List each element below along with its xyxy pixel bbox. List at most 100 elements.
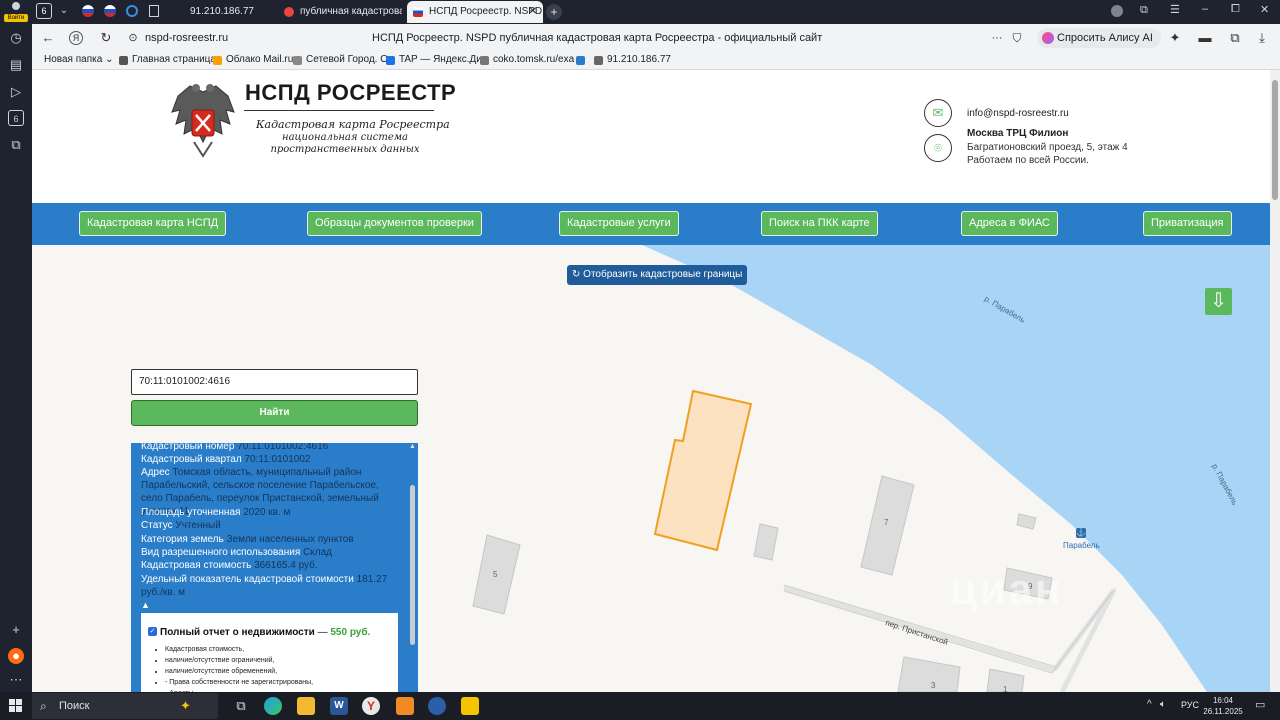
brand-divider bbox=[244, 110, 434, 111]
page-scroll-thumb[interactable] bbox=[1272, 80, 1278, 200]
app-yellow-icon[interactable] bbox=[461, 697, 479, 715]
history-icon[interactable]: ◷ bbox=[8, 30, 24, 46]
extension-icon[interactable]: ✦ bbox=[1167, 30, 1183, 46]
arrow-down-icon[interactable]: ⇩ bbox=[1205, 288, 1232, 315]
info-scrollbar[interactable]: ▲ bbox=[407, 443, 418, 692]
tray-chevron-icon[interactable]: ^ bbox=[1147, 699, 1152, 710]
ask-alice-button[interactable]: Спросить Алису AI bbox=[1037, 28, 1161, 48]
nav-cadastral-map[interactable]: Кадастровая карта НСПД bbox=[79, 211, 227, 236]
coat-of-arms-icon[interactable] bbox=[168, 82, 238, 158]
more-icon[interactable]: ⋯ bbox=[8, 672, 24, 688]
cadastral-map[interactable]: ↻ Отобразить кадастровые границы ⇩ р. Па… bbox=[32, 245, 1270, 692]
reload-icon[interactable]: ↻ bbox=[98, 30, 114, 46]
info-value[interactable]: 70:11:0101002 bbox=[244, 454, 310, 465]
report-offer-card: ✓ Полный отчет о недвижимости — 550 руб.… bbox=[141, 613, 398, 692]
clock[interactable]: 16:04 26.11.2025 bbox=[1203, 695, 1243, 717]
restore-icon[interactable]: ⧠ bbox=[1231, 3, 1240, 16]
info-key: Площадь уточненная bbox=[141, 507, 241, 518]
notifications-icon[interactable]: ▭ bbox=[1255, 698, 1265, 711]
info-value[interactable]: 2020 кв. м bbox=[243, 507, 290, 518]
bookmark-label: Главная страница bbox=[132, 54, 216, 65]
taskbar-search[interactable]: ⌕ Поиск ✦ bbox=[32, 693, 218, 719]
checkbox-checked-icon[interactable]: ✓ bbox=[148, 627, 157, 636]
info-value[interactable]: Учтенный bbox=[175, 520, 220, 531]
yandex-browser-icon[interactable]: Y bbox=[362, 697, 380, 715]
info-value[interactable]: 70:11:0101002:4616 bbox=[237, 443, 328, 452]
brand-title[interactable]: НСПД РОСРЕЕСТР bbox=[245, 80, 456, 106]
add-panel-icon[interactable]: + bbox=[8, 622, 24, 638]
anchor-icon[interactable]: ⚓ bbox=[1076, 528, 1086, 538]
nav-document-samples[interactable]: Образцы документов проверки bbox=[307, 211, 482, 236]
wallet-icon[interactable]: ▬ bbox=[1197, 30, 1213, 46]
report-title-dash: — bbox=[314, 627, 331, 638]
url-field[interactable]: nspd-rosreestr.ru bbox=[145, 32, 228, 44]
bookmark-item[interactable]: Сетевой Город. О bbox=[293, 54, 388, 65]
nav-privatization[interactable]: Приватизация bbox=[1143, 211, 1232, 236]
close-tab-icon[interactable]: ✕ bbox=[529, 1, 537, 23]
tabs-panel-icon[interactable]: ⧉ bbox=[1140, 4, 1148, 17]
menu-icon[interactable]: ☰ bbox=[1170, 3, 1180, 16]
close-window-icon[interactable]: ✕ bbox=[1260, 3, 1269, 16]
new-tab-button[interactable]: + bbox=[546, 4, 562, 20]
user-icon bbox=[12, 2, 20, 10]
explorer-icon[interactable] bbox=[297, 697, 315, 715]
screenshot-icon[interactable]: ⧉ bbox=[8, 137, 24, 153]
app-blue-icon[interactable] bbox=[428, 697, 446, 715]
page-scrollbar[interactable] bbox=[1270, 70, 1280, 692]
login-button[interactable]: Войти bbox=[3, 2, 29, 22]
tab-ip[interactable]: 91.210.186.77 bbox=[168, 1, 296, 23]
bookmark-item[interactable]: 91.210.186.77 bbox=[594, 54, 671, 65]
word-icon[interactable]: W bbox=[330, 697, 348, 715]
info-scroll-thumb[interactable] bbox=[410, 485, 415, 645]
pinned-tab-2-icon[interactable] bbox=[104, 5, 116, 17]
bookmark-icon[interactable]: ⛉ bbox=[1009, 30, 1025, 46]
tab-nspd-active[interactable]: НСПД Росреестр. NSPD ✕ bbox=[407, 1, 543, 23]
browser-sidebar: Войти ◷ ▤ ▷ 6 ⧉ + ● ⋯ bbox=[0, 0, 32, 692]
yandex-icon[interactable]: Я bbox=[69, 31, 83, 45]
tab-count-button[interactable]: 6 bbox=[36, 3, 52, 19]
report-features-list: Кадастровая стоимость,наличие/отсутствие… bbox=[165, 644, 395, 692]
bookmark-item[interactable]: coko.tomsk.ru/exa bbox=[480, 54, 574, 65]
edge-icon[interactable] bbox=[264, 697, 282, 715]
pinned-tab-doc-icon[interactable] bbox=[149, 5, 159, 17]
contact-email[interactable]: info@nspd-rosreestr.ru bbox=[967, 108, 1069, 119]
download-icon[interactable]: ⤓ bbox=[1254, 30, 1270, 46]
show-cadastral-bounds-button[interactable]: ↻ Отобразить кадастровые границы bbox=[567, 265, 748, 285]
tab-cadastral-search[interactable]: публичная кадастровая к bbox=[278, 1, 402, 23]
bookmark-item[interactable]: Облако Mail.ru bbox=[213, 54, 293, 65]
nav-cadastral-services[interactable]: Кадастровые услуги bbox=[559, 211, 679, 236]
collections-icon[interactable]: ▤ bbox=[8, 57, 24, 73]
downloads-panel-icon[interactable]: ⧉ bbox=[1227, 30, 1243, 46]
contact-address: Багратионовский проезд, 5, этаж 4 bbox=[967, 142, 1128, 153]
task-view-icon[interactable]: ⧉ bbox=[232, 697, 250, 715]
bookmark-item[interactable]: TAP — Яндекс.Ди bbox=[386, 54, 482, 65]
profile-icon[interactable] bbox=[1111, 5, 1123, 17]
bookmark-folder[interactable]: Новая папка ⌄ bbox=[44, 54, 113, 65]
pinned-tab-1-icon[interactable] bbox=[82, 5, 94, 17]
chevron-down-icon[interactable]: ⌄ bbox=[56, 3, 72, 19]
info-value[interactable]: 366165.4 руб. bbox=[254, 560, 318, 571]
pinned-tab-3-icon[interactable] bbox=[126, 5, 138, 17]
search-button[interactable]: Найти bbox=[131, 400, 418, 426]
input-language[interactable]: РУС bbox=[1181, 700, 1199, 710]
cadastral-search-input[interactable]: 70:11:0101002:4616 bbox=[131, 369, 418, 395]
scroll-up-icon[interactable]: ▲ bbox=[409, 443, 416, 450]
app-icon[interactable]: ● bbox=[8, 648, 24, 664]
tab-favicon bbox=[413, 7, 423, 17]
back-icon[interactable]: ← bbox=[40, 30, 56, 46]
volume-icon[interactable]: 🔈︎ bbox=[1160, 699, 1166, 710]
nav-fias-addresses[interactable]: Адреса в ФИАС bbox=[961, 211, 1058, 236]
site-info-icon[interactable]: ⊙ bbox=[125, 30, 141, 46]
info-value[interactable]: Земли населенных пунктов bbox=[227, 534, 354, 545]
cian-watermark: циан bbox=[950, 565, 1064, 614]
minimize-icon[interactable]: – bbox=[1202, 3, 1208, 15]
bookmark-item[interactable]: Главная страница bbox=[119, 54, 216, 65]
more-options-icon[interactable]: ··· bbox=[989, 30, 1005, 46]
nav-pkk-search[interactable]: Поиск на ПКК карте bbox=[761, 211, 878, 236]
collapse-arrow-icon[interactable]: ▲ bbox=[141, 600, 150, 610]
info-value[interactable]: Склад bbox=[303, 547, 332, 558]
windows-start-icon[interactable] bbox=[9, 699, 23, 713]
video-icon[interactable]: ▷ bbox=[8, 84, 24, 100]
app-orange-icon[interactable] bbox=[396, 697, 414, 715]
tab-counter-icon[interactable]: 6 bbox=[8, 110, 24, 126]
